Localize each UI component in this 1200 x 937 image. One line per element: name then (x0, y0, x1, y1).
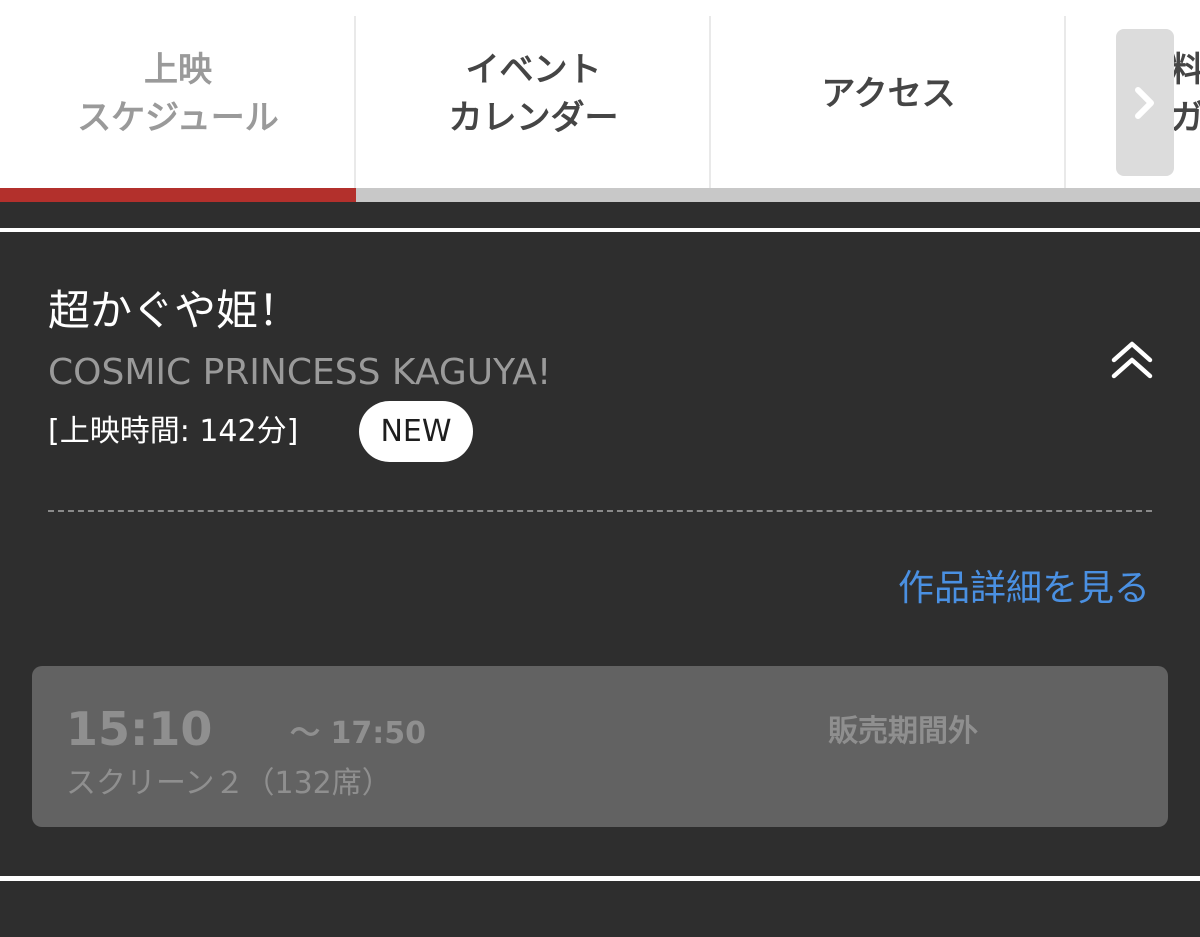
tab-underline (356, 188, 711, 202)
showtime-screen: スクリーン２（132席） (66, 766, 392, 801)
tab-event-calendar-label: イベント カレンダー (448, 50, 619, 138)
tab-underline (711, 188, 1066, 202)
tab-active-indicator (0, 188, 356, 202)
movie-runtime: [上映時間: 142分] (48, 414, 299, 449)
movie-detail-link[interactable]: 作品詳細を見る (898, 565, 1150, 613)
collapse-button[interactable] (1106, 338, 1158, 384)
tab-schedule[interactable]: 上映 スケジュール (0, 0, 356, 202)
tab-event-calendar[interactable]: イベント カレンダー (356, 0, 711, 202)
tab-bar: 上映 スケジュール イベント カレンダー アクセス 料金 ガー (0, 0, 1200, 202)
tab-schedule-label: 上映 スケジュール (77, 50, 279, 138)
double-chevron-up-icon (1111, 341, 1153, 379)
dashed-divider (48, 510, 1152, 512)
movie-title: 超かぐや姫！ (48, 286, 301, 335)
panel-bottom-divider (0, 876, 1200, 881)
showtime-card[interactable]: 15:10 ～ 17:50 スクリーン２（132席） 販売期間外 (32, 666, 1168, 827)
showtime-start: 15:10 (66, 702, 213, 756)
chevron-right-icon (1135, 86, 1154, 119)
new-badge: NEW (359, 401, 473, 462)
showtime-end: ～ 17:50 (290, 716, 426, 751)
tab-access[interactable]: アクセス (711, 0, 1066, 202)
tab-scroll-right-button[interactable] (1116, 29, 1174, 176)
panel-top-divider (0, 228, 1200, 232)
showtime-sale-status: 販売期間外 (828, 714, 978, 749)
tab-underline (1066, 188, 1200, 202)
movie-subtitle: COSMIC PRINCESS KAGUYA! (48, 352, 552, 393)
tab-pricing-label: 料金 ガー (1170, 50, 1200, 138)
tab-access-label: アクセス (821, 74, 956, 114)
